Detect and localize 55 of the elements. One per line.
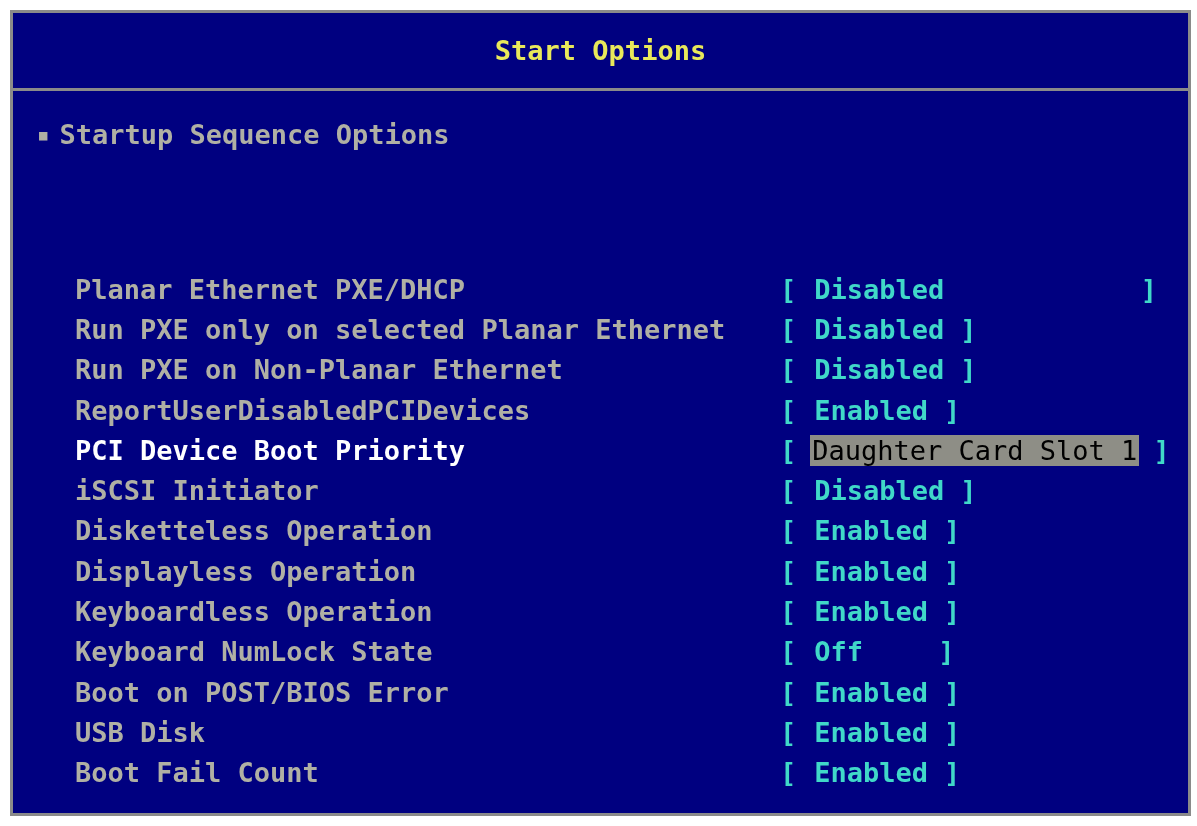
- bracket: [: [780, 515, 797, 547]
- bracket: ]: [944, 596, 961, 627]
- bracket: ]: [944, 515, 961, 547]
- bracket: [: [780, 757, 797, 789]
- setting-value[interactable]: Disabled: [812, 273, 1127, 305]
- setting-value[interactable]: Disabled: [812, 354, 947, 386]
- bracket: [: [780, 676, 797, 708]
- section-heading: Startup Sequence Options: [59, 119, 450, 150]
- bracket: ]: [1140, 273, 1158, 305]
- bracket: ]: [944, 676, 961, 708]
- setting-label[interactable]: Run PXE on Non-Planar Ethernet: [75, 354, 780, 386]
- bracket: [: [780, 313, 797, 345]
- bracket: [: [780, 434, 797, 466]
- bracket: [: [780, 555, 797, 587]
- setting-label[interactable]: ReportUserDisabledPCIDevices: [75, 394, 780, 426]
- setting-label[interactable]: PCI Device Boot Priority: [75, 434, 780, 466]
- bracket: [: [780, 596, 797, 627]
- bracket: [: [780, 475, 797, 507]
- setting-value[interactable]: Off: [812, 636, 925, 668]
- setting-value[interactable]: Enabled: [812, 596, 931, 627]
- setting-label[interactable]: Boot on POST/BIOS Error: [75, 676, 780, 708]
- setting-label[interactable]: Planar Ethernet PXE/DHCP: [75, 273, 780, 305]
- bracket: [: [780, 354, 797, 386]
- setting-value[interactable]: Enabled: [812, 716, 931, 748]
- setting-label[interactable]: Boot Fail Count: [75, 757, 780, 789]
- setting-value[interactable]: Enabled: [812, 515, 931, 547]
- section-marker: ■: [39, 126, 48, 143]
- bracket: ]: [944, 555, 961, 587]
- bracket: ]: [1153, 434, 1170, 466]
- setting-label[interactable]: Displayless Operation: [75, 555, 780, 587]
- bracket: ]: [960, 313, 977, 345]
- bracket: ]: [944, 716, 961, 748]
- setting-label[interactable]: iSCSI Initiator: [75, 475, 780, 507]
- bracket: [: [780, 394, 797, 426]
- setting-label[interactable]: Keyboard NumLock State: [75, 636, 780, 668]
- setting-value[interactable]: Disabled: [812, 313, 947, 345]
- setting-label[interactable]: Keyboardless Operation: [75, 596, 780, 627]
- setting-value[interactable]: Enabled: [812, 555, 931, 587]
- bracket: ]: [938, 636, 955, 668]
- setting-value[interactable]: Enabled: [812, 394, 931, 426]
- setting-value[interactable]: Enabled: [812, 757, 931, 789]
- setting-value[interactable]: Disabled: [812, 475, 947, 507]
- bracket: [: [780, 273, 797, 305]
- setting-value[interactable]: Enabled: [812, 676, 931, 708]
- setting-label[interactable]: Run PXE only on selected Planar Ethernet: [75, 313, 780, 345]
- setting-label[interactable]: USB Disk: [75, 716, 780, 748]
- bracket: ]: [960, 354, 977, 386]
- bracket: [: [780, 636, 797, 668]
- setting-label[interactable]: Disketteless Operation: [75, 515, 780, 547]
- setting-value[interactable]: Daughter Card Slot 1: [810, 434, 1140, 466]
- bracket: [: [780, 716, 797, 748]
- bracket: ]: [944, 757, 961, 789]
- bracket: ]: [960, 475, 977, 507]
- window-title: Start Options: [494, 35, 707, 66]
- bracket: ]: [944, 394, 961, 426]
